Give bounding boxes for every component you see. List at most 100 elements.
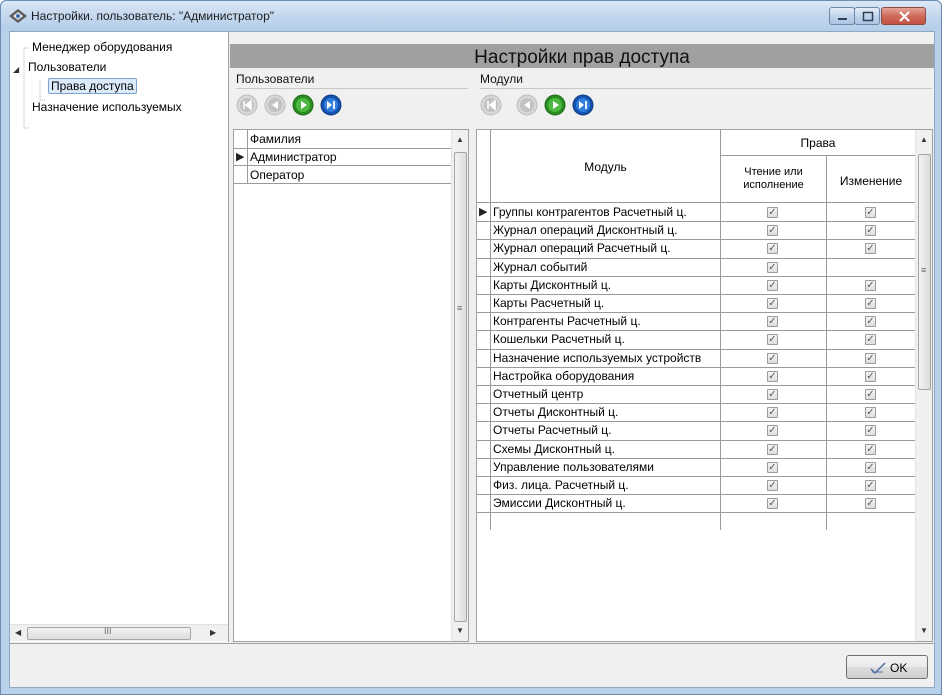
read-checkbox[interactable]: ✓ xyxy=(767,461,778,473)
module-row-name[interactable]: Контрагенты Расчетный ц. xyxy=(493,314,719,328)
page-title: Настройки прав доступа xyxy=(474,47,690,68)
edit-checkbox[interactable]: ✓ xyxy=(865,370,876,382)
maximize-button[interactable] xyxy=(854,7,880,25)
edit-checkbox[interactable]: ✓ xyxy=(865,425,876,437)
modules-last-record-icon[interactable] xyxy=(572,94,594,116)
scroll-down-icon[interactable]: ▼ xyxy=(456,626,464,635)
read-checkbox[interactable]: ✓ xyxy=(767,352,778,364)
module-row-name[interactable]: Эмиссии Дисконтный ц. xyxy=(493,496,719,510)
modules-vertical-scrollbar[interactable]: ▲ ≡ ▼ xyxy=(915,130,932,641)
read-checkbox[interactable]: ✓ xyxy=(767,261,778,273)
previous-record-icon[interactable] xyxy=(264,94,286,116)
tree-expand-arrow-icon[interactable]: ◢ xyxy=(13,65,19,74)
modules-grid[interactable]: Модуль Права Чтение или исполнение Измен… xyxy=(476,129,933,642)
module-row-name[interactable]: Отчеты Расчетный ц. xyxy=(493,423,719,437)
column-header-edit[interactable]: Изменение xyxy=(827,174,915,188)
edit-checkbox[interactable]: ✓ xyxy=(865,407,876,419)
users-grid[interactable]: Фамилия ▶ Администратор Оператор ▲ ≡ ▼ xyxy=(233,129,469,642)
read-checkbox[interactable]: ✓ xyxy=(767,243,778,255)
edit-checkbox[interactable]: ✓ xyxy=(865,389,876,400)
tree-item-equipment-manager[interactable]: Менеджер оборудования xyxy=(32,40,172,54)
read-checkbox[interactable]: ✓ xyxy=(767,389,778,400)
tree-item-access-rights[interactable]: Права доступа xyxy=(48,78,137,94)
scroll-thumb[interactable]: III xyxy=(27,626,191,640)
module-row-name[interactable]: Физ. лица. Расчетный ц. xyxy=(493,478,719,492)
close-button[interactable] xyxy=(881,7,926,25)
first-record-icon[interactable] xyxy=(236,94,258,116)
read-checkbox[interactable]: ✓ xyxy=(767,443,778,455)
module-row-name[interactable]: Карты Дисконтный ц. xyxy=(493,278,719,292)
modules-first-record-icon[interactable] xyxy=(480,94,502,116)
tree-item-device-assignment[interactable]: Назначение используемых xyxy=(32,100,182,114)
module-row-name[interactable]: Управление пользователями xyxy=(493,460,719,474)
scroll-thumb[interactable]: ≡ xyxy=(454,152,467,622)
edit-checkbox[interactable]: ✓ xyxy=(865,498,876,510)
column-header-surname[interactable]: Фамилия xyxy=(250,132,301,146)
tree-item-users[interactable]: Пользователи xyxy=(28,60,106,74)
users-vertical-scrollbar[interactable]: ▲ ≡ ▼ xyxy=(451,130,468,641)
module-row-name[interactable]: Кошельки Расчетный ц. xyxy=(493,332,719,346)
ok-button[interactable]: OK xyxy=(846,655,928,679)
row-divider xyxy=(477,330,915,331)
edit-checkbox[interactable]: ✓ xyxy=(865,480,876,491)
last-record-icon[interactable] xyxy=(320,94,342,116)
module-row-name[interactable]: Отчетный центр xyxy=(493,387,719,401)
read-checkbox[interactable]: ✓ xyxy=(767,279,778,291)
edit-checkbox[interactable]: ✓ xyxy=(865,334,876,346)
edit-checkbox[interactable]: ✓ xyxy=(865,207,876,218)
next-record-icon[interactable] xyxy=(292,94,314,116)
module-row-name[interactable]: Группы контрагентов Расчетный ц. xyxy=(493,205,719,219)
module-row-name[interactable]: Схемы Дисконтный ц. xyxy=(493,442,719,456)
edit-checkbox[interactable]: ✓ xyxy=(865,461,876,473)
scroll-down-icon[interactable]: ▼ xyxy=(920,626,928,635)
edit-checkbox[interactable]: ✓ xyxy=(865,243,876,255)
edit-checkbox[interactable]: ✓ xyxy=(865,352,876,364)
read-checkbox[interactable]: ✓ xyxy=(767,370,778,382)
main-panel: Настройки прав доступа Пользователи Фами… xyxy=(230,32,934,642)
module-row-name[interactable]: Отчеты Дисконтный ц. xyxy=(493,405,719,419)
read-checkbox[interactable]: ✓ xyxy=(767,498,778,510)
column-header-read[interactable]: Чтение или исполнение xyxy=(721,166,826,192)
read-checkbox[interactable]: ✓ xyxy=(767,425,778,437)
navigation-tree[interactable]: Менеджер оборудования ◢ Пользователи Пра… xyxy=(10,32,229,642)
minimize-button[interactable] xyxy=(829,7,855,25)
read-checkbox[interactable]: ✓ xyxy=(767,298,778,309)
row-divider xyxy=(477,403,915,404)
scroll-left-icon[interactable]: ◀ xyxy=(15,628,21,637)
column-header-module[interactable]: Модуль xyxy=(491,160,720,174)
user-row-operator[interactable]: Оператор xyxy=(250,168,304,182)
user-row-administrator[interactable]: Администратор xyxy=(250,150,337,164)
module-row-name[interactable]: Настройка оборудования xyxy=(493,369,719,383)
read-checkbox[interactable]: ✓ xyxy=(767,207,778,218)
scroll-up-icon[interactable]: ▲ xyxy=(920,135,928,144)
scroll-thumb[interactable]: ≡ xyxy=(918,154,931,390)
modules-previous-record-icon[interactable] xyxy=(516,94,538,116)
module-row-name[interactable]: Назначение используемых устройств xyxy=(493,351,719,365)
edit-checkbox[interactable]: ✓ xyxy=(865,298,876,309)
edit-checkbox[interactable]: ✓ xyxy=(865,316,876,328)
read-checkbox[interactable]: ✓ xyxy=(767,480,778,491)
read-checkbox[interactable]: ✓ xyxy=(767,407,778,419)
read-checkbox[interactable]: ✓ xyxy=(767,316,778,328)
scroll-right-icon[interactable]: ▶ xyxy=(210,628,216,637)
tree-horizontal-scrollbar[interactable]: ◀ III ▶ xyxy=(10,624,228,641)
minimize-icon xyxy=(838,18,847,20)
close-icon xyxy=(899,11,910,22)
read-checkbox[interactable]: ✓ xyxy=(767,225,778,237)
row-divider xyxy=(477,476,915,477)
scroll-up-icon[interactable]: ▲ xyxy=(456,135,464,144)
title-bar[interactable]: Настройки. пользователь: "Администратор" xyxy=(1,1,941,31)
edit-checkbox[interactable]: ✓ xyxy=(865,443,876,455)
module-row-name[interactable]: Карты Расчетный ц. xyxy=(493,296,719,310)
edit-checkbox[interactable]: ✓ xyxy=(865,279,876,291)
edit-checkbox[interactable]: ✓ xyxy=(865,225,876,237)
module-row-name[interactable]: Журнал операций Дисконтный ц. xyxy=(493,223,719,237)
row-divider xyxy=(477,385,915,386)
window-title: Настройки. пользователь: "Администратор" xyxy=(31,9,275,23)
row-divider xyxy=(477,221,915,222)
module-row-name[interactable]: Журнал операций Расчетный ц. xyxy=(493,241,719,255)
read-checkbox[interactable]: ✓ xyxy=(767,334,778,346)
row-divider xyxy=(477,421,915,422)
modules-next-record-icon[interactable] xyxy=(544,94,566,116)
module-row-name[interactable]: Журнал событий xyxy=(493,260,719,274)
